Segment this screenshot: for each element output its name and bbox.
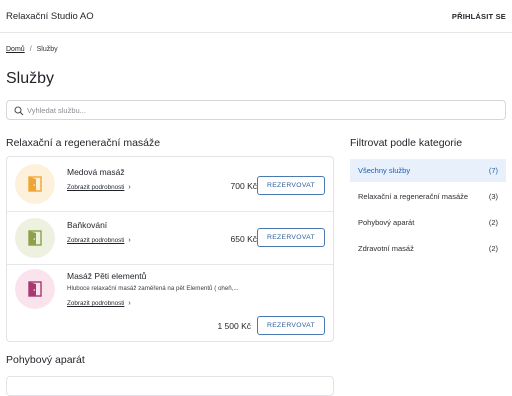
breadcrumb-current: Služby: [36, 46, 58, 53]
door-icon: [28, 176, 42, 192]
service-name: Baňkování: [67, 220, 108, 230]
filter-title: Filtrovat podle kategorie: [350, 137, 463, 149]
door-icon: [28, 230, 42, 246]
brand-name[interactable]: Relaxační Studio AO: [6, 11, 94, 22]
chevron-right-icon: ›: [128, 184, 131, 191]
book-button[interactable]: REZERVOVAT: [257, 316, 325, 335]
door-icon: [28, 281, 42, 297]
filter-item-all[interactable]: Všechny služby (7): [350, 159, 506, 182]
details-link-label: Zobrazit podrobnosti: [67, 300, 125, 307]
details-link-label: Zobrazit podrobnosti: [67, 237, 125, 244]
service-price: 700 Kč: [230, 181, 257, 191]
search-icon: [14, 106, 24, 116]
chevron-right-icon: ›: [128, 237, 131, 244]
service-list: Medová masáž Zobrazit podrobnosti › 700 K…: [6, 156, 334, 342]
breadcrumb-home-link[interactable]: Domů: [6, 46, 25, 53]
filter-item-label: Relaxační a regenerační masáže: [358, 192, 469, 201]
breadcrumb-separator: /: [29, 46, 32, 53]
section-title-relax: Relaxační a regenerační masáže: [6, 137, 161, 149]
service-name: Medová masáž: [67, 167, 125, 177]
service-price: 1 500 Kč: [217, 321, 251, 331]
search-box[interactable]: [6, 100, 506, 120]
details-link[interactable]: Zobrazit podrobnosti ›: [67, 300, 131, 307]
filter-item-label: Zdravotní masáž: [358, 244, 414, 253]
book-button[interactable]: REZERVOVAT: [257, 176, 325, 195]
filter-item-label: Všechny služby: [358, 166, 411, 175]
service-description: Hluboce relaxační masáž zaměřená na pět …: [67, 285, 239, 292]
service-name: Masáž Pěti elementů: [67, 271, 147, 281]
top-header: Relaxační Studio AO PŘIHLÁSIT SE: [0, 0, 512, 33]
service-avatar: [15, 218, 55, 258]
section-title-movement: Pohybový aparát: [6, 354, 85, 366]
filter-item-count: (3): [488, 192, 498, 201]
chevron-right-icon: ›: [128, 300, 131, 307]
service-price: 650 Kč: [230, 234, 257, 244]
book-button[interactable]: REZERVOVAT: [257, 228, 325, 247]
service-row: Baňkování Zobrazit podrobnosti › 650 Kč R…: [7, 212, 333, 265]
filter-item-count: (2): [488, 218, 498, 227]
filter-item-label: Pohybový aparát: [358, 218, 415, 227]
service-row: Masáž Pěti elementů Hluboce relaxační ma…: [7, 265, 333, 341]
search-input[interactable]: [27, 103, 497, 117]
service-avatar: [15, 269, 55, 309]
filter-item-health[interactable]: Zdravotní masáž (2): [350, 237, 506, 260]
details-link[interactable]: Zobrazit podrobnosti ›: [67, 237, 131, 244]
page-title: Služby: [6, 70, 55, 87]
login-button[interactable]: PŘIHLÁSIT SE: [452, 12, 506, 21]
filter-item-movement[interactable]: Pohybový aparát (2): [350, 211, 506, 234]
service-avatar: [15, 164, 55, 204]
service-row: Medová masáž Zobrazit podrobnosti › 700 K…: [7, 157, 333, 212]
details-link[interactable]: Zobrazit podrobnosti ›: [67, 184, 131, 191]
details-link-label: Zobrazit podrobnosti: [67, 184, 125, 191]
filter-item-count: (2): [488, 244, 498, 253]
breadcrumb: Domů / Služby: [6, 46, 58, 53]
filter-item-relax[interactable]: Relaxační a regenerační masáže (3): [350, 185, 506, 208]
service-list: [6, 376, 334, 396]
filter-item-count: (7): [488, 166, 498, 175]
